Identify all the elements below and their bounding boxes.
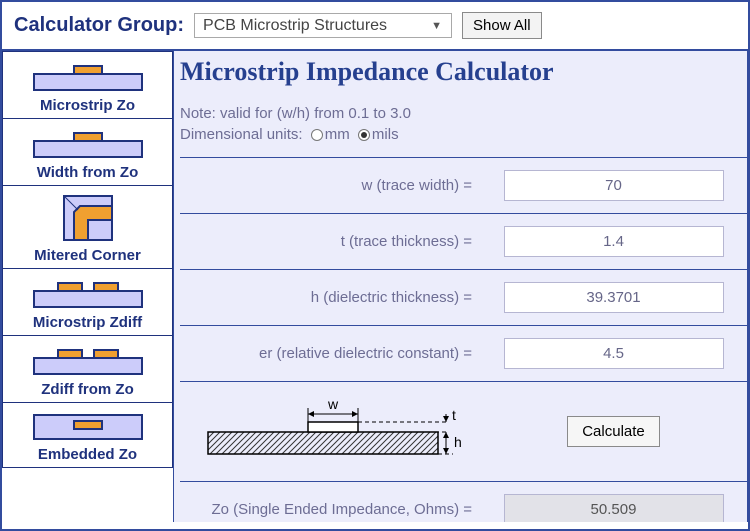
width-from-zo-icon xyxy=(28,125,148,161)
unit-option-mm: mm xyxy=(325,126,350,143)
sidebar-item-label: Zdiff from Zo xyxy=(7,381,168,398)
sidebar: Microstrip Zo Width from Zo Mitered Corn… xyxy=(2,51,174,522)
main-panel: Microstrip Impedance Calculator Note: va… xyxy=(174,51,748,522)
calculate-button[interactable]: Calculate xyxy=(567,416,660,447)
sidebar-item-microstrip-zdiff[interactable]: Microstrip Zdiff xyxy=(2,269,173,336)
input-dielectric-thickness[interactable] xyxy=(504,282,724,313)
sidebar-item-embedded-zo[interactable]: Embedded Zo xyxy=(2,403,173,468)
unit-radio-mm[interactable] xyxy=(311,129,323,141)
mitered-corner-icon xyxy=(60,192,116,244)
zdiff-from-zo-icon xyxy=(28,342,148,378)
diagram-row: w t xyxy=(180,382,747,482)
sidebar-item-zdiff-from-zo[interactable]: Zdiff from Zo xyxy=(2,336,173,403)
show-all-button[interactable]: Show All xyxy=(462,12,542,39)
input-trace-width[interactable] xyxy=(504,170,724,201)
calculator-group-label: Calculator Group: xyxy=(14,14,184,37)
label-zo-result: Zo (Single Ended Impedance, Ohms) = xyxy=(180,482,480,523)
unit-option-mils: mils xyxy=(372,126,399,143)
sidebar-item-mitered-corner[interactable]: Mitered Corner xyxy=(2,186,173,269)
output-zo xyxy=(504,494,724,522)
label-trace-thickness: t (trace thickness) = xyxy=(180,214,480,270)
validity-note: Note: valid for (w/h) from 0.1 to 3.0 xyxy=(180,105,747,122)
unit-radio-mils[interactable] xyxy=(358,129,370,141)
units-row: Dimensional units: mm mils xyxy=(180,126,747,143)
diagram-label-w: w xyxy=(327,396,339,412)
sidebar-item-label: Mitered Corner xyxy=(7,247,168,264)
cross-section-diagram-icon: w t xyxy=(198,394,468,464)
sidebar-item-label: Microstrip Zdiff xyxy=(7,314,168,331)
embedded-zo-icon xyxy=(28,409,148,443)
field-row-w: w (trace width) = xyxy=(180,158,747,214)
sidebar-item-label: Microstrip Zo xyxy=(7,97,168,114)
microstrip-zo-icon xyxy=(28,58,148,94)
sidebar-item-width-from-zo[interactable]: Width from Zo xyxy=(2,119,173,186)
diagram-label-t: t xyxy=(452,407,456,423)
field-row-er: er (relative dielectric constant) = xyxy=(180,326,747,382)
label-dielectric-thickness: h (dielectric thickness) = xyxy=(180,270,480,326)
field-row-h: h (dielectric thickness) = xyxy=(180,270,747,326)
page-title: Microstrip Impedance Calculator xyxy=(180,57,747,87)
field-row-result: Zo (Single Ended Impedance, Ohms) = xyxy=(180,482,747,523)
calculator-group-select[interactable]: PCB Microstrip Structures xyxy=(194,13,452,38)
field-row-t: t (trace thickness) = xyxy=(180,214,747,270)
input-trace-thickness[interactable] xyxy=(504,226,724,257)
label-trace-width: w (trace width) = xyxy=(180,158,480,214)
label-relative-er: er (relative dielectric constant) = xyxy=(180,326,480,382)
input-relative-er[interactable] xyxy=(504,338,724,369)
sidebar-item-label: Embedded Zo xyxy=(7,446,168,463)
diagram-label-h: h xyxy=(454,434,462,450)
microstrip-zdiff-icon xyxy=(28,275,148,311)
sidebar-item-label: Width from Zo xyxy=(7,164,168,181)
header-row: Calculator Group: PCB Microstrip Structu… xyxy=(2,2,748,51)
units-label: Dimensional units: xyxy=(180,126,303,143)
sidebar-item-microstrip-zo[interactable]: Microstrip Zo xyxy=(2,51,173,119)
